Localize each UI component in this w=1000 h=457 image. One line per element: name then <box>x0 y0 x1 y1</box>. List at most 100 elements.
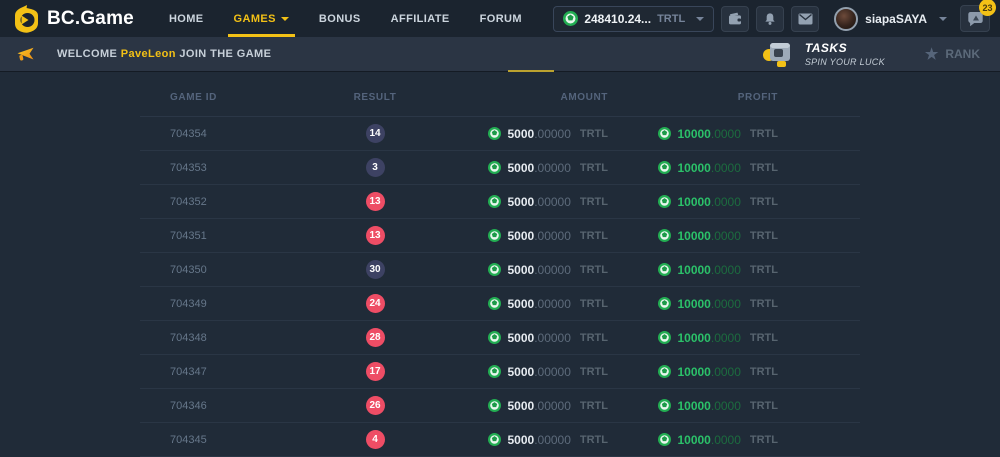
table-row[interactable]: 704351135000.00000TRTL10000.0000TRTL <box>140 219 860 253</box>
result-cell: 14 <box>310 124 440 143</box>
result-badge: 28 <box>366 328 385 347</box>
trtl-coin-icon <box>658 331 671 344</box>
trtl-coin-icon <box>563 11 578 26</box>
profit-decimal: .0000 <box>711 229 741 243</box>
trtl-coin-icon <box>488 365 501 378</box>
result-badge: 13 <box>366 192 385 211</box>
profit-decimal: .0000 <box>711 195 741 209</box>
nav-item-games[interactable]: GAMES <box>219 0 304 37</box>
amount-decimal: .00000 <box>534 331 571 345</box>
amount-decimal: .00000 <box>534 365 571 379</box>
amount-integer: 5000 <box>507 127 534 141</box>
result-badge: 24 <box>366 294 385 313</box>
profit-integer: 10000 <box>677 433 710 447</box>
amount-decimal: .00000 <box>534 161 571 175</box>
tasks-subtitle: SPIN YOUR LUCK <box>805 57 885 67</box>
bet-history-table: GAME IDRESULTAMOUNTPROFIT 704354145000.0… <box>140 72 860 457</box>
rank-label: RANK <box>945 47 980 61</box>
amount-integer: 5000 <box>507 365 534 379</box>
avatar <box>834 7 858 31</box>
trtl-coin-icon <box>658 365 671 378</box>
result-cell: 17 <box>310 362 440 381</box>
profit-decimal: .0000 <box>711 365 741 379</box>
tasks-title: TASKS <box>805 41 885 55</box>
amount-cell: 5000.00000TRTL <box>440 127 670 141</box>
game-id-cell: 704347 <box>140 366 310 378</box>
amount-currency: TRTL <box>580 264 608 276</box>
navbar-right: 248410.24... TRTL siapaSAYA <box>553 5 990 32</box>
profit-currency: TRTL <box>750 162 778 174</box>
bell-icon <box>763 12 777 26</box>
profit-cell: 10000.0000TRTL <box>670 365 860 379</box>
profit-decimal: .0000 <box>711 331 741 345</box>
profit-decimal: .0000 <box>711 127 741 141</box>
amount-currency: TRTL <box>580 230 608 242</box>
nav-item-bonus[interactable]: BONUS <box>304 0 376 37</box>
balance-dropdown[interactable]: 248410.24... TRTL <box>553 6 714 32</box>
amount-currency: TRTL <box>580 434 608 446</box>
profit-integer: 10000 <box>677 263 710 277</box>
chevron-down-icon <box>281 17 289 21</box>
profit-cell: 10000.0000TRTL <box>670 263 860 277</box>
notifications-button[interactable] <box>756 6 784 32</box>
amount-cell: 5000.00000 TRTL <box>440 365 670 379</box>
amount-currency: TRTL <box>580 400 608 412</box>
profit-cell: 10000.0000TRTL <box>670 297 860 311</box>
nav-item-forum[interactable]: FORUM <box>465 0 537 37</box>
wallet-button[interactable] <box>721 6 749 32</box>
user-menu[interactable]: siapaSAYA <box>834 7 947 31</box>
result-cell: 28 <box>310 328 440 347</box>
trtl-coin-icon <box>488 263 501 276</box>
amount-cell: 5000.00000TRTL <box>440 229 670 243</box>
profit-integer: 10000 <box>677 161 710 175</box>
table-row[interactable]: 70434545000.00000TRTL10000.0000TRTL <box>140 423 860 457</box>
amount-currency: TRTL <box>580 298 608 310</box>
amount-decimal: .00000 <box>534 263 571 277</box>
nav-item-home[interactable]: HOME <box>154 0 219 37</box>
chevron-down-icon <box>696 17 704 21</box>
result-cell: 4 <box>310 430 440 449</box>
game-id-cell: 704350 <box>140 264 310 276</box>
profit-integer: 10000 <box>677 399 710 413</box>
star-icon: ★ <box>925 47 938 62</box>
table-row[interactable]: 704354145000.00000TRTL10000.0000TRTL <box>140 117 860 151</box>
mail-icon <box>798 13 813 25</box>
amount-cell: 5000.00000TRTL <box>440 195 670 209</box>
trtl-coin-icon <box>658 127 671 140</box>
active-tab-indicator <box>508 70 554 72</box>
amount-cell: 5000.00000TRTL <box>440 331 670 345</box>
table-row[interactable]: 704346265000.00000TRTL10000.0000TRTL <box>140 389 860 423</box>
game-id-cell: 704349 <box>140 298 310 310</box>
table-row[interactable]: 704349245000.00000TRTL10000.0000TRTL <box>140 287 860 321</box>
profit-integer: 10000 <box>677 331 710 345</box>
tasks-text: TASKS SPIN YOUR LUCK <box>805 41 885 67</box>
table-row[interactable]: 704350305000.00000TRTL10000.0000TRTL <box>140 253 860 287</box>
table-row[interactable]: 70435335000.00000TRTL10000.0000TRTL <box>140 151 860 185</box>
game-id-cell: 704353 <box>140 162 310 174</box>
trtl-coin-icon <box>658 229 671 242</box>
nav-item-affiliate[interactable]: AFFILIATE <box>376 0 465 37</box>
profit-currency: TRTL <box>750 264 778 276</box>
rank-link[interactable]: ★ RANK <box>925 47 980 62</box>
banner-right: TASKS SPIN YOUR LUCK ★ RANK <box>762 40 984 68</box>
amount-decimal: .00000 <box>534 399 571 413</box>
result-cell: 3 <box>310 158 440 177</box>
profit-cell: 10000.0000TRTL <box>670 331 860 345</box>
amount-decimal: .00000 <box>534 195 571 209</box>
table-row[interactable]: 704352135000.00000TRTL10000.0000TRTL <box>140 185 860 219</box>
game-id-cell: 704354 <box>140 128 310 140</box>
profit-currency: TRTL <box>750 366 778 378</box>
chat-button[interactable]: 23 <box>960 5 990 32</box>
tasks-link[interactable]: TASKS SPIN YOUR LUCK <box>762 40 885 68</box>
trtl-coin-icon <box>488 297 501 310</box>
table-row[interactable]: 704348285000.00000TRTL10000.0000TRTL <box>140 321 860 355</box>
amount-currency: TRTL <box>580 366 608 378</box>
brand[interactable]: BC.Game <box>14 5 134 33</box>
result-badge: 3 <box>366 158 385 177</box>
table-row[interactable]: 704347175000.00000TRTL10000.0000TRTL <box>140 355 860 389</box>
trtl-coin-icon <box>658 297 671 310</box>
game-id-cell: 704351 <box>140 230 310 242</box>
wallet-icon <box>727 12 743 26</box>
messages-button[interactable] <box>791 6 819 32</box>
amount-decimal: .00000 <box>534 127 571 141</box>
